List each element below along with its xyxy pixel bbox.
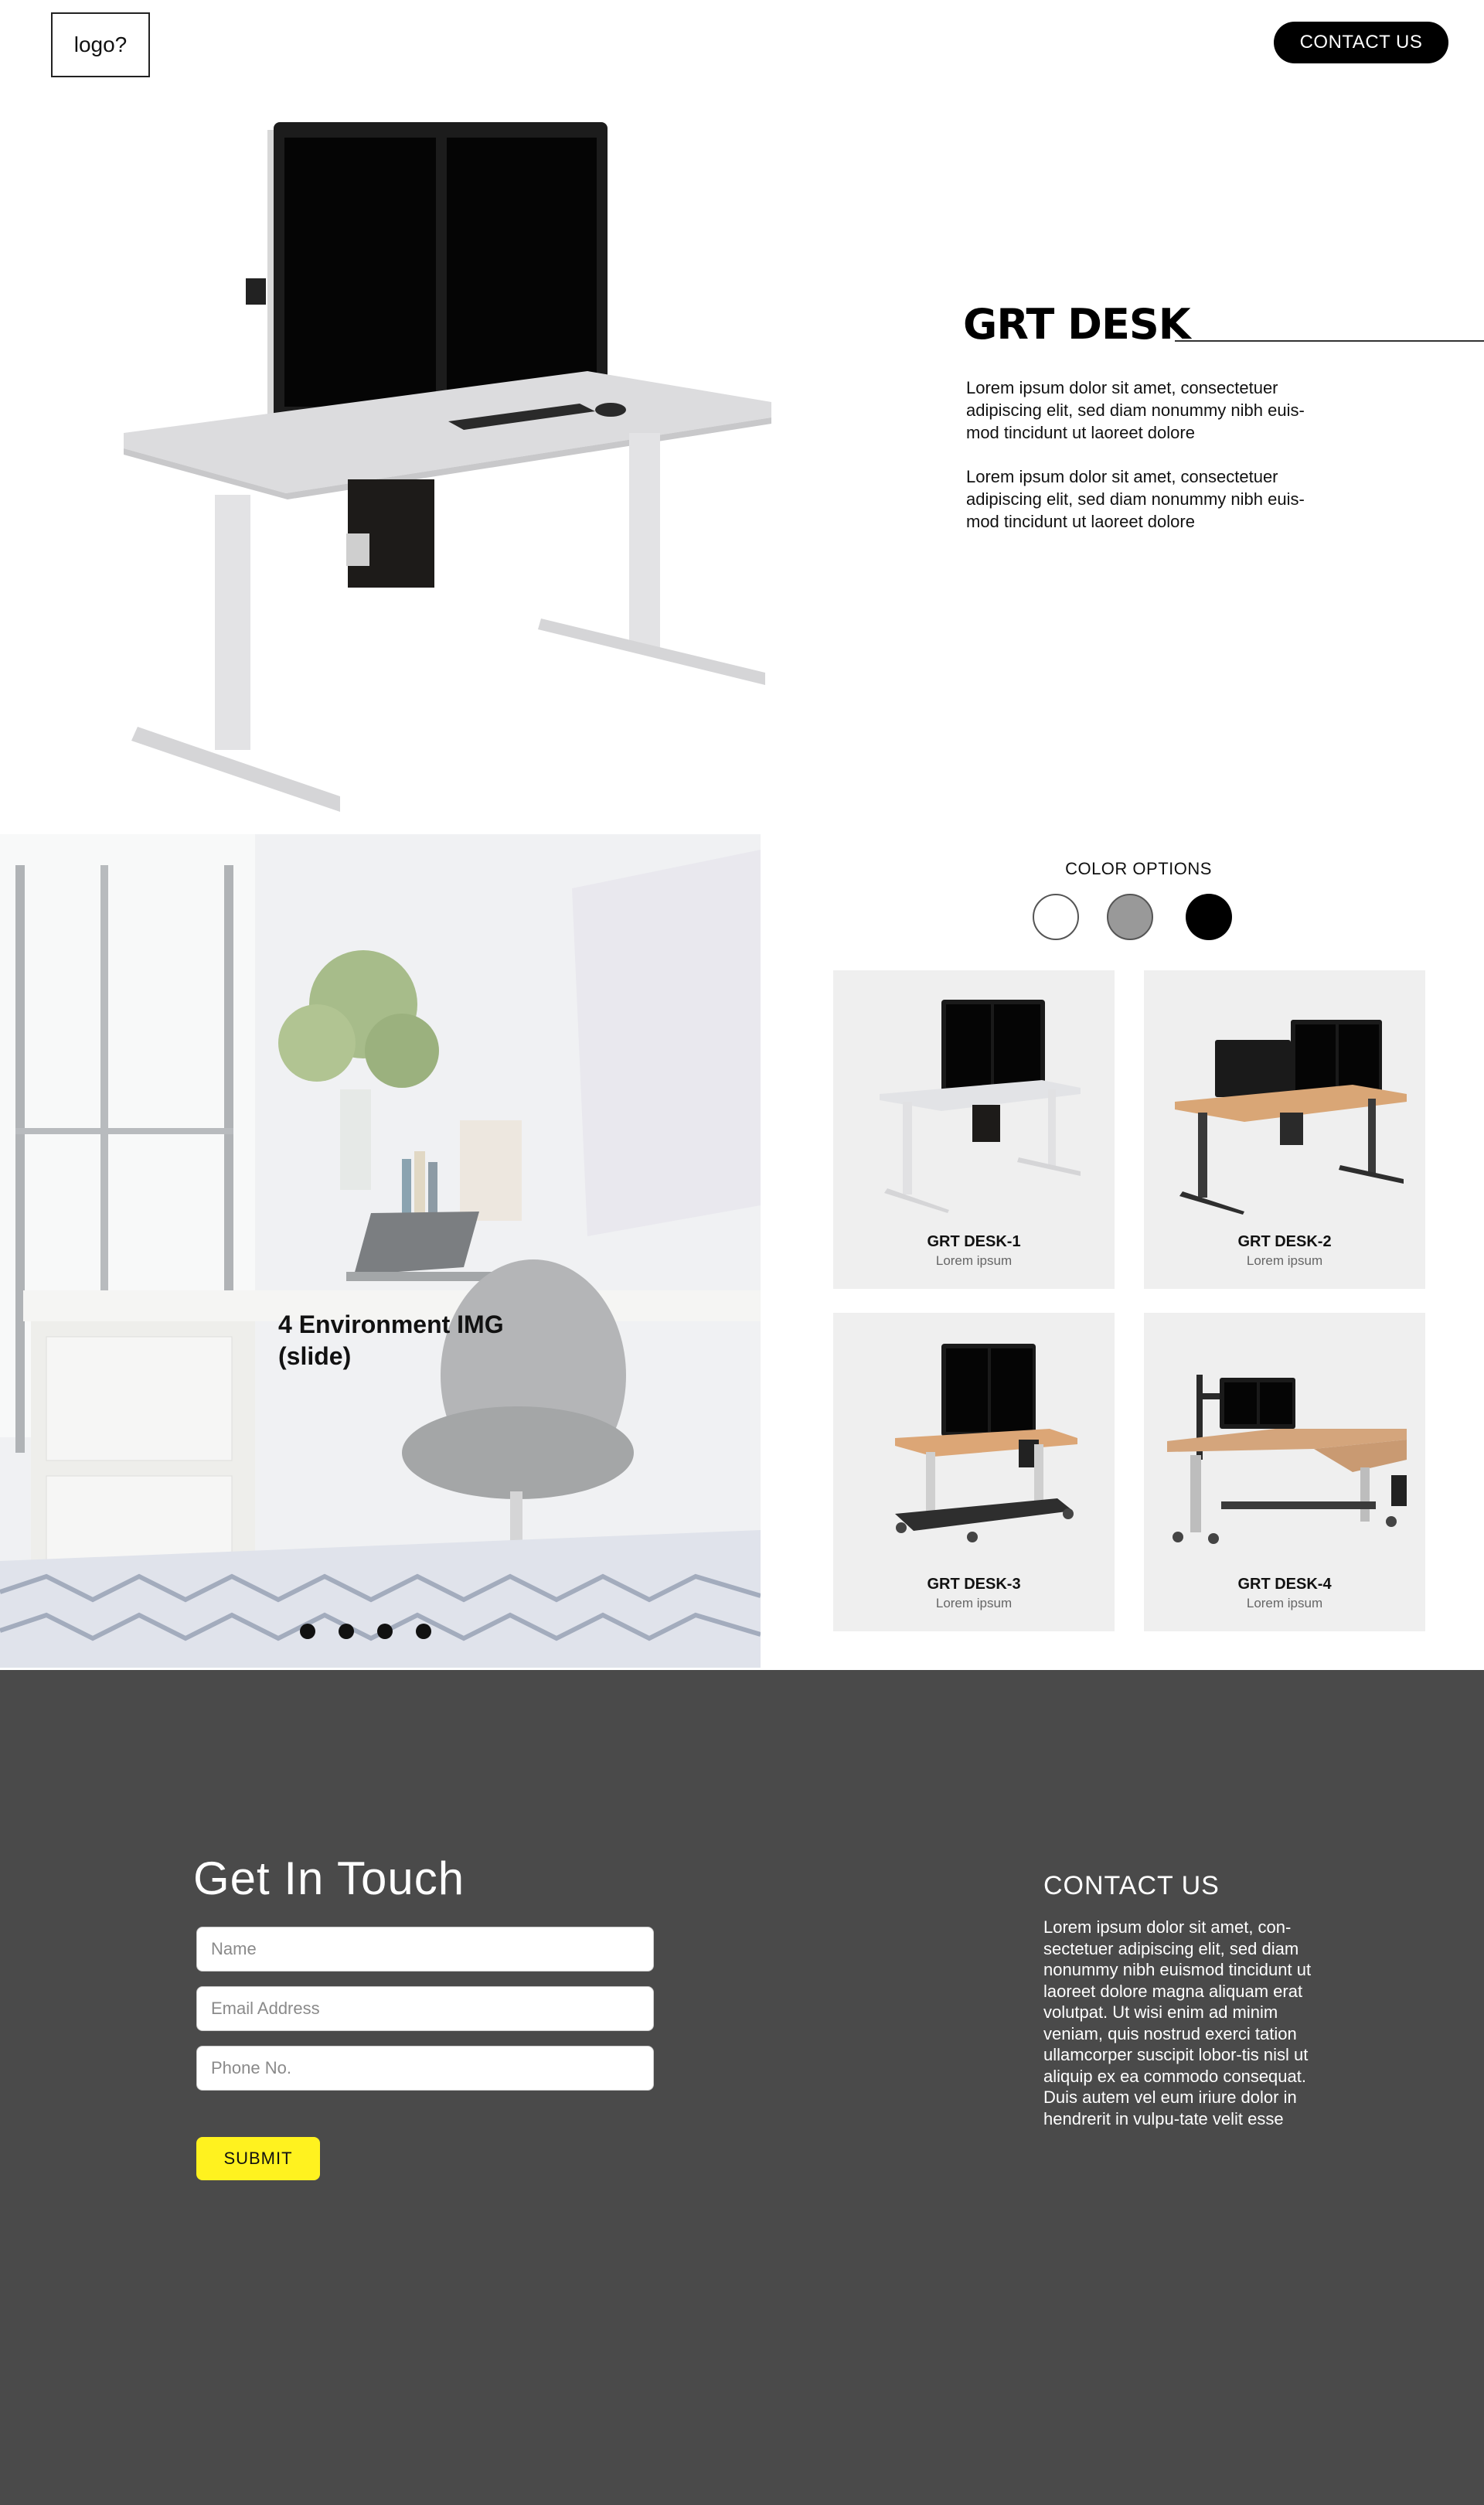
desk-leg-right (629, 433, 660, 649)
product-description-1: Lorem ipsum dolor sit amet, consectetuer… (966, 378, 1305, 442)
hero-desk-image (124, 122, 771, 812)
color-options-label: COLOR OPTIONS (1065, 859, 1212, 878)
monitor-screen-left (284, 138, 436, 407)
desk-leg-left (215, 495, 250, 750)
product-title: GRT DESK (963, 300, 1191, 349)
color-swatch-white[interactable] (1033, 894, 1079, 940)
desk-4-image (1167, 1375, 1407, 1544)
slide-dot-1[interactable] (300, 1624, 315, 1639)
logo[interactable]: logo? (51, 12, 150, 77)
product-subtitle: Lorem ipsum (1246, 1596, 1323, 1610)
name-input[interactable] (196, 1927, 654, 1972)
monitor-screen-right (447, 138, 597, 407)
product-description-2: Lorem ipsum dolor sit amet, consectetuer… (966, 467, 1305, 531)
product-card-2[interactable]: GRT DESK-2 Lorem ipsum (1144, 970, 1425, 1289)
contact-us-button[interactable]: CONTACT US (1274, 22, 1448, 63)
get-in-touch-title: Get In Touch (193, 1852, 465, 1904)
desk-2-image (1175, 1020, 1407, 1215)
environment-slide[interactable] (0, 834, 761, 1668)
color-swatch-black[interactable] (1186, 894, 1232, 940)
title-divider (1175, 340, 1484, 342)
desk-1-image (880, 1000, 1081, 1213)
product-subtitle: Lorem ipsum (935, 1253, 1013, 1268)
slide-indicators[interactable] (300, 1624, 431, 1639)
email-input[interactable] (196, 1986, 654, 2031)
phone-input[interactable] (196, 2046, 654, 2091)
slide-dot-4[interactable] (416, 1624, 431, 1639)
product-subtitle: Lorem ipsum (1246, 1253, 1323, 1268)
product-subtitle: Lorem ipsum (935, 1596, 1013, 1610)
product-card-3[interactable]: GRT DESK-3 Lorem ipsum (833, 1313, 1115, 1631)
contact-us-title: CONTACT US (1043, 1871, 1220, 1900)
mouse (595, 403, 626, 417)
product-name: GRT DESK-1 (927, 1233, 1021, 1250)
product-card-1[interactable]: GRT DESK-1 Lorem ipsum (833, 970, 1115, 1289)
submit-button[interactable]: SUBMIT (196, 2137, 320, 2180)
environment-image (0, 834, 761, 1668)
product-name: GRT DESK-3 (927, 1576, 1021, 1593)
product-name: GRT DESK-2 (1237, 1233, 1332, 1250)
product-card-4[interactable]: GRT DESK-4 Lorem ipsum (1144, 1313, 1425, 1631)
environment-caption: 4 Environment IMG (slide) (278, 1310, 504, 1370)
slide-dot-3[interactable] (377, 1624, 393, 1639)
product-name: GRT DESK-4 (1237, 1576, 1332, 1593)
color-swatch-gray[interactable] (1107, 894, 1153, 940)
monitor-clamp (246, 278, 266, 305)
slide-dot-2[interactable] (339, 1624, 354, 1639)
desk-3-image (895, 1344, 1077, 1542)
cpu-bracket (346, 533, 369, 566)
contact-us-text: Lorem ipsum dolor sit amet, con-sectetue… (1043, 1917, 1312, 2128)
